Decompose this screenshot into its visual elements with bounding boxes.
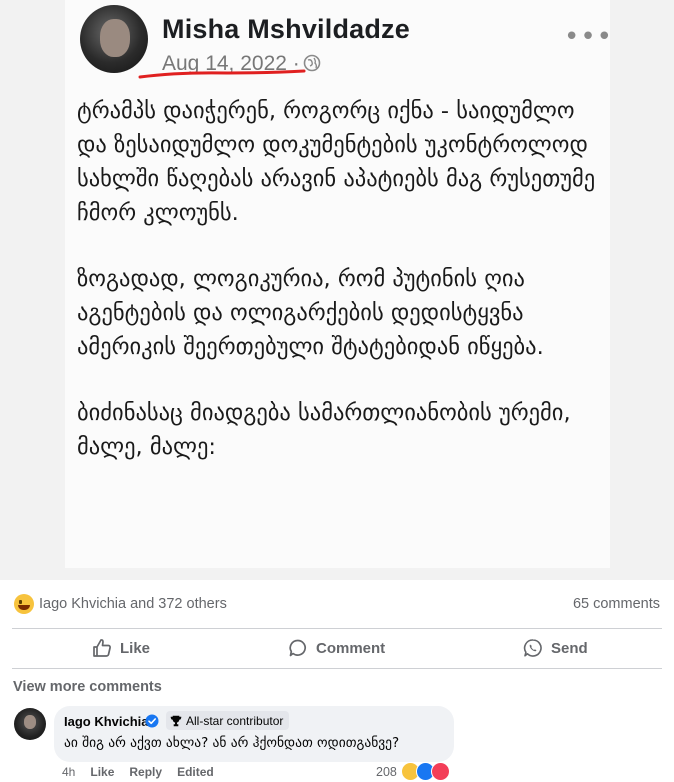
- more-options-icon: •••: [564, 22, 614, 52]
- top-fan-badge[interactable]: All-star contributor: [166, 711, 290, 730]
- view-more-comments-link[interactable]: View more comments: [13, 679, 162, 695]
- post-body: ტრამპს დაიჭერენ, როგორც იქნა - საიდუმლო …: [77, 94, 602, 496]
- comment-like-link[interactable]: Like: [90, 765, 114, 779]
- action-bar: Like Comment Send: [0, 628, 674, 668]
- commenter-avatar[interactable]: [14, 708, 46, 740]
- send-button-label: Send: [551, 639, 588, 657]
- post-paragraph: ბიძინასაც მიადგება სამართლიანობის ურემი,…: [77, 400, 571, 460]
- divider: [12, 668, 662, 669]
- comment-reply-link[interactable]: Reply: [129, 765, 162, 779]
- post-paragraph: ზოგადად, ლოგიკურია, რომ პუტინის ღია აგენ…: [77, 266, 544, 360]
- whatsapp-icon: [523, 639, 542, 657]
- date-underline-mark: [138, 69, 306, 79]
- love-reaction-icon: [430, 762, 450, 781]
- post-image[interactable]: Misha Mshvildadze Aug 14, 2022 · ••• ტრა…: [0, 0, 674, 580]
- comment-button-label: Comment: [316, 639, 386, 657]
- comment-bubble: Iago Khvichia All-star contributor აი ში…: [54, 706, 454, 762]
- thumbs-up-icon: [93, 639, 111, 657]
- haha-reaction-icon: [14, 594, 34, 614]
- verified-badge-icon: [145, 714, 159, 728]
- post-paragraph: ტრამპს დაიჭერენ, როგორც იქნა - საიდუმლო …: [77, 98, 596, 226]
- comment-bubble-icon: [289, 639, 307, 657]
- comment-time[interactable]: 4h: [62, 765, 75, 779]
- reaction-names-link[interactable]: Iago Khvichia and 372 others: [39, 596, 227, 612]
- post-author-name: Misha Mshvildadze: [162, 14, 410, 44]
- comments-count-link[interactable]: 65 comments: [573, 596, 660, 612]
- comment-reactions[interactable]: 208: [376, 762, 450, 781]
- avatar-face: [100, 19, 130, 57]
- comment-text: აი შიგ არ აქვთ ახლა? ან არ ჰქონდათ ოდითგ…: [64, 735, 400, 751]
- badge-label: All-star contributor: [186, 713, 284, 728]
- trophy-icon: [170, 715, 182, 726]
- reactions-summary: Iago Khvichia and 372 others 65 comments: [0, 580, 674, 628]
- comment-meta: 4h Like Reply Edited: [62, 765, 229, 779]
- like-button[interactable]: Like: [92, 628, 150, 668]
- comment-button[interactable]: Comment: [288, 628, 385, 668]
- like-button-label: Like: [120, 639, 151, 657]
- send-button[interactable]: Send: [523, 628, 588, 668]
- commenter-name[interactable]: Iago Khvichia: [64, 714, 149, 729]
- comment-reaction-count: 208: [376, 764, 397, 779]
- comment-edited-label: Edited: [177, 765, 214, 779]
